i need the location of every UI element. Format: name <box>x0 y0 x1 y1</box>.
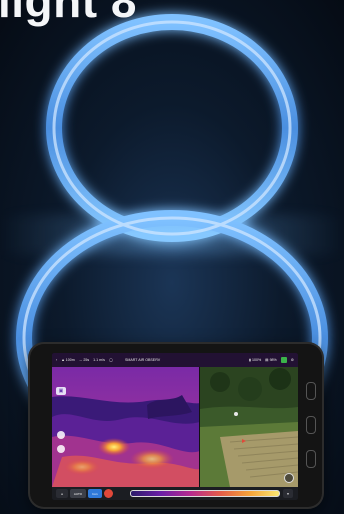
mode-label: SMART AIR OBSERV <box>124 358 161 362</box>
battery-readout: ▤ 98% <box>265 358 277 362</box>
zoom-icon[interactable] <box>57 431 65 439</box>
record-icon[interactable] <box>104 489 113 498</box>
mode-button[interactable]: AUTO <box>70 489 86 498</box>
hardware-button <box>306 450 316 468</box>
camera-switch-icon[interactable] <box>284 473 294 483</box>
gear-icon[interactable]: ⚙ <box>291 358 298 362</box>
altitude-readout: ▲ 100m <box>61 358 75 362</box>
tablet-screen: ‹ ▲ 100m ↔ 25s 1.1 m/s ◯ SMART AIR OBSERV … <box>52 353 298 500</box>
thermal-view[interactable]: ▣ <box>52 367 200 487</box>
color-palette-bar[interactable] <box>130 490 280 497</box>
thermal-image <box>52 367 200 487</box>
shield-icon: ◯ <box>108 358 113 362</box>
speed-readout: 1.1 m/s <box>93 358 105 362</box>
camera-topbar: ‹ ▲ 100m ↔ 25s 1.1 m/s ◯ SMART AIR OBSERV … <box>52 353 298 367</box>
rgb-view[interactable] <box>200 367 298 487</box>
headline: light 8 <box>0 0 137 27</box>
layers-icon[interactable]: ▣ <box>56 387 66 395</box>
back-arrow-icon[interactable]: ‹ <box>56 358 57 362</box>
rgb-image <box>200 367 298 487</box>
distance-readout: ↔ 25s <box>78 358 90 362</box>
hardware-button <box>306 382 316 400</box>
signal-readout: ▮ 100% <box>248 358 262 362</box>
palette-button[interactable]: Iron <box>88 489 102 498</box>
palette-marker-icon[interactable]: ▼ <box>283 489 293 498</box>
status-icon <box>280 357 287 363</box>
tablet-device: ‹ ▲ 100m ↔ 25s 1.1 m/s ◯ SMART AIR OBSERV … <box>30 344 322 507</box>
hardware-button <box>306 416 316 434</box>
record-button[interactable]: ● <box>56 489 68 498</box>
focus-icon[interactable] <box>57 445 65 453</box>
